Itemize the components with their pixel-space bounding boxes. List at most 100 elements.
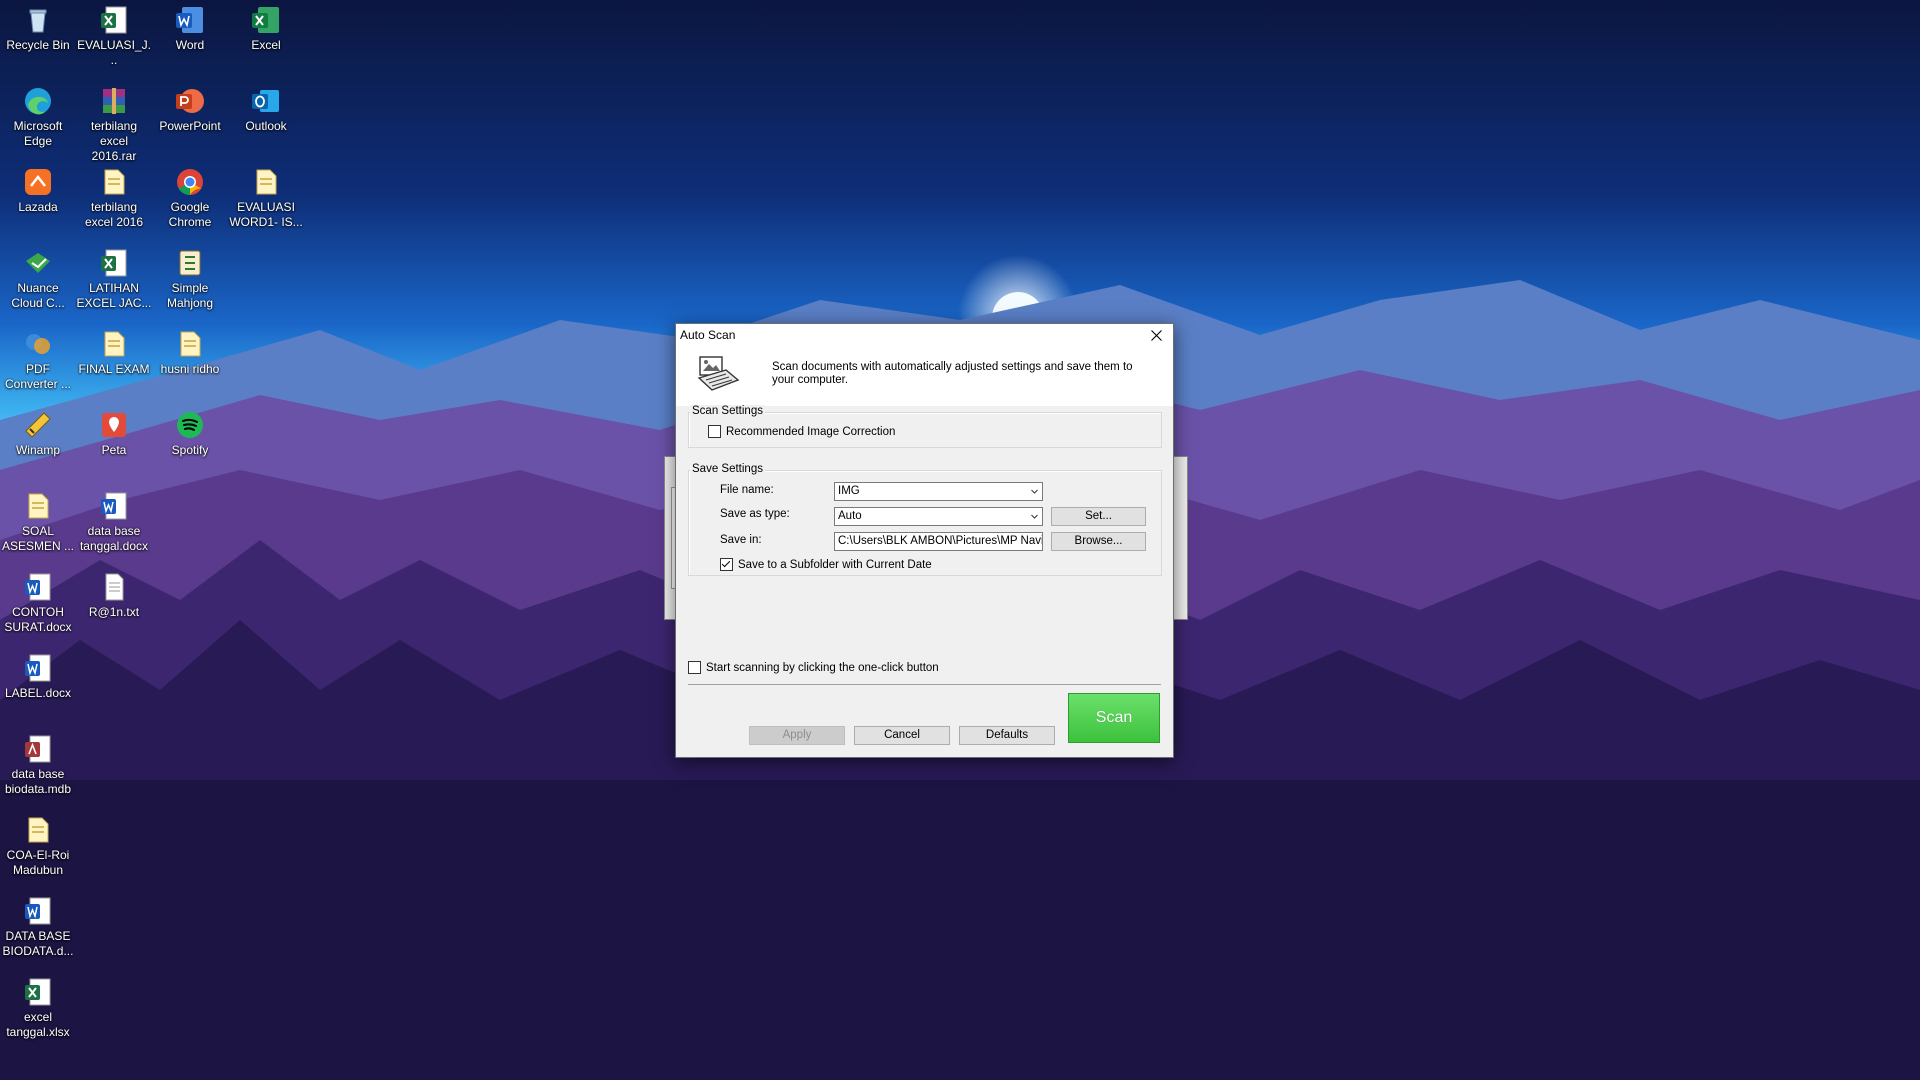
excel-file-icon — [98, 247, 130, 279]
spotify-icon — [174, 409, 206, 441]
desktop-icon[interactable]: excel tanggal.xlsx — [0, 976, 76, 1040]
recommended-correction-box[interactable] — [708, 425, 721, 438]
dialog-titlebar[interactable]: Auto Scan — [676, 324, 1173, 346]
file-name-value: IMG — [838, 485, 860, 497]
desktop-icon-label: Google Chrome — [168, 200, 212, 229]
desktop-icon[interactable]: R@1n.txt — [76, 571, 152, 620]
map-pin-icon — [98, 409, 130, 441]
desktop-icon[interactable]: terbilang excel 2016.rar — [76, 85, 152, 164]
desktop-icon-label: LABEL.docx — [4, 686, 72, 700]
desktop-icon-label: CONTOH SURAT.docx — [4, 605, 72, 634]
desktop-icon-label: Word — [175, 38, 205, 52]
desktop-icon[interactable]: Google Chrome — [152, 166, 228, 230]
desktop-icon-label: EVALUASI_J... — [77, 38, 151, 67]
apply-button[interactable]: Apply — [749, 726, 845, 745]
powerpoint-app-icon — [174, 85, 206, 117]
save-as-type-label: Save as type: — [720, 508, 790, 520]
desktop-icon[interactable]: Winamp — [0, 409, 76, 458]
desktop-icon-label: Nuance Cloud C... — [11, 281, 65, 310]
desktop-icon[interactable]: Simple Mahjong — [152, 247, 228, 311]
recommended-correction-checkbox[interactable]: Recommended Image Correction — [708, 425, 895, 438]
subfolder-date-box[interactable] — [720, 558, 733, 571]
access-file-icon — [22, 733, 54, 765]
desktop-icon-label: Microsoft Edge — [13, 119, 63, 148]
desktop-icon-label: husni ridho — [160, 362, 220, 376]
desktop-icon[interactable]: SOAL ASESMEN ... — [0, 490, 76, 554]
desktop-icon-label: terbilang excel 2016 — [84, 200, 144, 229]
desktop-icon-label: Recycle Bin — [6, 38, 70, 52]
desktop-icon-label: Spotify — [171, 443, 209, 457]
save-as-type-combo[interactable]: Auto — [834, 507, 1043, 526]
desktop-icon[interactable]: CONTOH SURAT.docx — [0, 571, 76, 635]
desktop-icon[interactable]: LATIHAN EXCEL JAC... — [76, 247, 152, 311]
excel-file-icon — [22, 976, 54, 1008]
desktop-icon[interactable]: data base tanggal.docx — [76, 490, 152, 554]
desktop-icon-label: data base tanggal.docx — [79, 524, 149, 553]
browse-button[interactable]: Browse... — [1051, 532, 1146, 551]
chevron-down-icon — [1031, 514, 1038, 519]
recommended-correction-label: Recommended Image Correction — [726, 425, 896, 438]
save-in-field[interactable]: C:\Users\BLK AMBON\Pictures\MP Navig — [834, 532, 1043, 551]
save-settings-title: Save Settings — [690, 463, 765, 475]
desktop-icon[interactable]: husni ridho — [152, 328, 228, 377]
file-name-combo[interactable]: IMG — [834, 482, 1043, 501]
one-click-checkbox[interactable]: Start scanning by clicking the one-click… — [688, 661, 939, 674]
winrar-archive-icon — [98, 85, 130, 117]
desktop-icon[interactable]: PowerPoint — [152, 85, 228, 134]
desktop-icon[interactable]: PDF Converter ... — [0, 328, 76, 392]
dialog-header: Scan documents with automatically adjust… — [676, 346, 1173, 406]
save-as-type-value: Auto — [838, 510, 862, 522]
desktop-icon-label: R@1n.txt — [88, 605, 140, 619]
folder-icon — [22, 814, 54, 846]
desktop-icon[interactable]: terbilang excel 2016 — [76, 166, 152, 230]
desktop-icon-label: PowerPoint — [159, 119, 221, 133]
desktop-icon[interactable]: FINAL EXAM — [76, 328, 152, 377]
save-in-label: Save in: — [720, 534, 762, 546]
desktop-icon[interactable]: Spotify — [152, 409, 228, 458]
chevron-down-icon — [1031, 489, 1038, 494]
desktop-icon[interactable]: Microsoft Edge — [0, 85, 76, 149]
desktop-icon-label: Lazada — [18, 200, 58, 214]
subfolder-date-checkbox[interactable]: Save to a Subfolder with Current Date — [720, 558, 932, 571]
desktop-icon[interactable]: Recycle Bin — [0, 4, 76, 53]
desktop-icon-label: PDF Converter ... — [4, 362, 72, 391]
dialog-description: Scan documents with automatically adjust… — [772, 361, 1133, 386]
nuance-icon — [22, 247, 54, 279]
scan-button[interactable]: Scan — [1068, 693, 1160, 743]
folder-icon — [98, 166, 130, 198]
set-button[interactable]: Set... — [1051, 507, 1146, 526]
desktop-icon-label: Simple Mahjong — [166, 281, 214, 310]
word-file-icon — [22, 571, 54, 603]
scan-settings-title: Scan Settings — [690, 405, 765, 417]
one-click-box[interactable] — [688, 661, 701, 674]
folder-icon — [174, 328, 206, 360]
desktop-icon[interactable]: LABEL.docx — [0, 652, 76, 701]
dialog-title: Auto Scan — [680, 328, 736, 342]
desktop-icon-label: excel tanggal.xlsx — [6, 1010, 70, 1039]
desktop-icon[interactable]: Nuance Cloud C... — [0, 247, 76, 311]
desktop-icon[interactable]: EVALUASI WORD1- IS... — [228, 166, 304, 230]
desktop-icon-label: Outlook — [245, 119, 287, 133]
desktop-icon[interactable]: Lazada — [0, 166, 76, 215]
recycle-bin-icon — [22, 4, 54, 36]
one-click-label: Start scanning by clicking the one-click… — [706, 661, 939, 674]
desktop-icon[interactable]: data base biodata.mdb — [0, 733, 76, 797]
close-button[interactable] — [1139, 324, 1173, 346]
desktop-icon[interactable]: Peta — [76, 409, 152, 458]
desktop-icon[interactable]: EVALUASI_J... — [76, 4, 152, 68]
outlook-app-icon — [250, 85, 282, 117]
pdf-converter-icon — [22, 328, 54, 360]
chrome-icon — [174, 166, 206, 198]
desktop-icon[interactable]: Excel — [228, 4, 304, 53]
folder-icon — [250, 166, 282, 198]
cancel-button[interactable]: Cancel — [854, 726, 950, 745]
desktop-icon-label: COA-El-Roi Madubun — [6, 848, 70, 877]
desktop-icon[interactable]: Outlook — [228, 85, 304, 134]
auto-scan-dialog: Auto Scan Scan documents with automatica… — [675, 323, 1174, 758]
defaults-button[interactable]: Defaults — [959, 726, 1055, 745]
desktop-icon[interactable]: DATA BASE BIODATA.d... — [0, 895, 76, 959]
desktop-icon[interactable]: Word — [152, 4, 228, 53]
word-file-icon — [22, 895, 54, 927]
desktop-icon[interactable]: COA-El-Roi Madubun — [0, 814, 76, 878]
folder-icon — [98, 328, 130, 360]
